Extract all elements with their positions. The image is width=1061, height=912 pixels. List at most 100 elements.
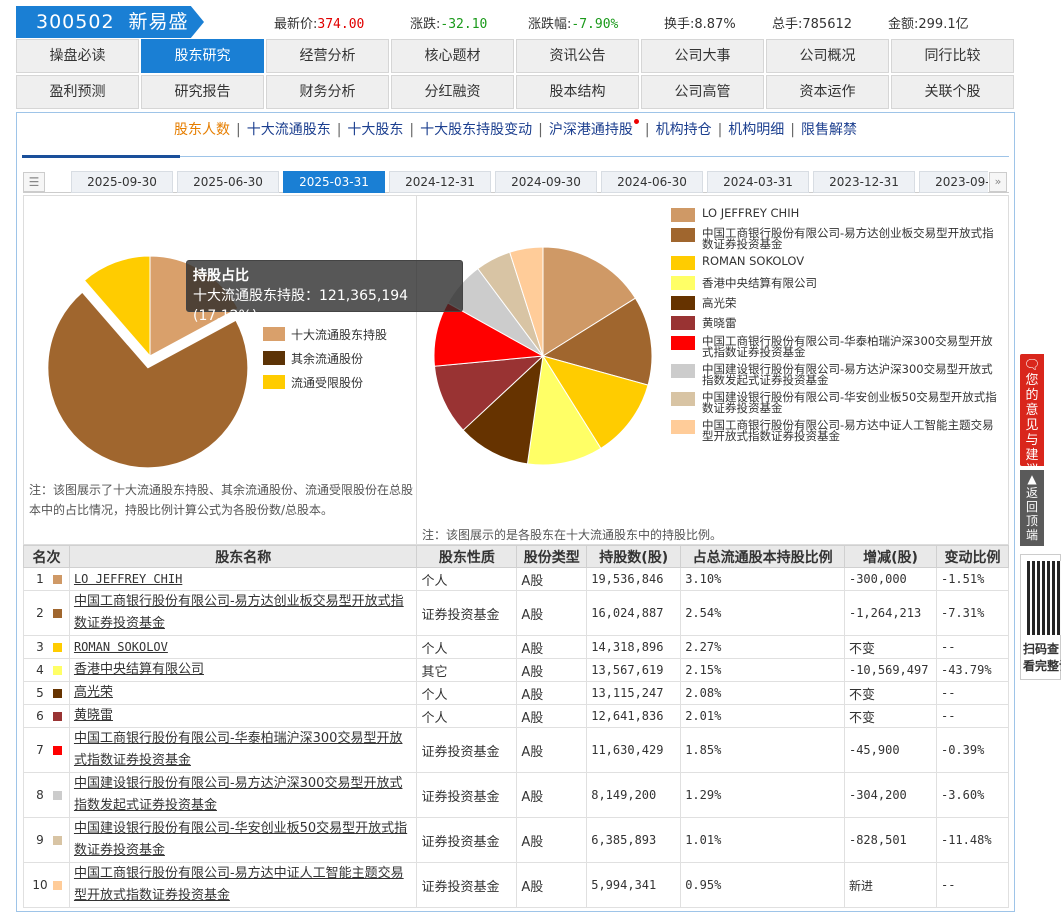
holders-table: 名次 股东名称 股东性质 股份类型 持股数(股) 占总流通股本持股比例 增减(股) 变动比例 … <box>23 545 1010 908</box>
share-type: A股 <box>516 635 588 659</box>
share-type: A股 <box>516 567 588 591</box>
holder-name-link[interactable]: 中国工商银行股份有限公司-易方达创业板交易型开放式指数证券投资基金 <box>68 590 418 636</box>
share-type: A股 <box>516 590 588 636</box>
quote-label: 最新价: <box>274 17 318 32</box>
shares-held: 5,994,341 <box>586 862 682 908</box>
legend-item: 流通受限股份 <box>263 370 387 394</box>
tooltip-body: 十大流通股东持股：121,365,194 (17.12%) <box>193 288 409 324</box>
change-pct: -1.51% <box>935 567 1010 591</box>
nav-item[interactable]: 股本结构 <box>516 75 639 109</box>
nav-item[interactable]: 同行比较 <box>891 39 1014 73</box>
sub-nav-item[interactable]: 机构明细 <box>728 122 784 138</box>
quote-item: 涨跌幅:-7.90% <box>528 13 618 32</box>
sub-nav-item[interactable]: 限售解禁 <box>801 122 857 138</box>
shares-held: 11,630,429 <box>586 727 682 773</box>
stock-name: 新易盛 <box>128 11 189 33</box>
holding-ratio: 2.54% <box>680 590 845 636</box>
holder-name-link[interactable]: 黄晓雷 <box>68 704 418 728</box>
legend-swatch <box>671 256 695 270</box>
table-row: 4 香港中央结算有限公司 其它 A股 13,567,619 2.15% -10,569,49… <box>23 658 1010 682</box>
date-tab[interactable]: 2023-09-30 <box>919 171 988 193</box>
change-pct: -7.31% <box>935 590 1010 636</box>
rank-number: 4 <box>36 662 44 677</box>
date-tab[interactable]: 2024-09-30 <box>495 171 597 193</box>
holder-name-link[interactable]: 高光荣 <box>68 681 418 705</box>
nav-item[interactable]: 公司概况 <box>766 39 889 73</box>
nav-item[interactable]: 经营分析 <box>266 39 389 73</box>
nav-item[interactable]: 股东研究 <box>141 39 264 73</box>
date-tab[interactable]: 2025-06-30 <box>177 171 279 193</box>
date-tab[interactable]: 2023-12-31 <box>813 171 915 193</box>
quote-label: 涨跌: <box>410 17 441 32</box>
holder-name-link[interactable]: LO JEFFREY CHIH <box>68 567 418 591</box>
separator: | <box>717 122 723 138</box>
share-type: A股 <box>516 772 588 818</box>
feedback-button[interactable]: 🗨 您的意见与建议 <box>1020 354 1044 478</box>
shares-held: 12,641,836 <box>586 704 682 728</box>
rank-cell: 8 <box>23 772 70 818</box>
color-marker <box>52 711 62 721</box>
change-shares: 新进 <box>843 862 937 908</box>
date-tab[interactable]: 2024-12-31 <box>389 171 491 193</box>
quote-item: 最新价:374.00 <box>274 13 364 32</box>
nav-item[interactable]: 操盘必读 <box>16 39 139 73</box>
sub-nav-item[interactable]: 股东人数 <box>174 122 230 138</box>
legend-item: 其余流通股份 <box>263 346 387 370</box>
rank-number: 2 <box>36 605 44 620</box>
rank-number: 7 <box>36 742 44 757</box>
date-tab[interactable]: 2024-06-30 <box>601 171 703 193</box>
next-arrow-icon[interactable]: » <box>989 172 1007 192</box>
table-row: 9 中国建设银行股份有限公司-华安创业板50交易型开放式指数证券投资基金 证券投资基… <box>23 817 1010 863</box>
legend-label: 流通受限股份 <box>291 375 364 390</box>
holder-name-link[interactable]: 中国工商银行股份有限公司-华泰柏瑞沪深300交易型开放式指数证券投资基金 <box>68 727 418 773</box>
quote-value: 785612 <box>802 17 853 32</box>
back-to-top-label: 返回顶端 <box>1025 486 1038 542</box>
holder-name-link[interactable]: 中国建设银行股份有限公司-易方达沪深300交易型开放式指数发起式证券投资基金 <box>68 772 418 818</box>
color-marker <box>52 608 62 618</box>
holder-name-link[interactable]: 中国工商银行股份有限公司-易方达中证人工智能主题交易型开放式指数证券投资基金 <box>68 862 418 908</box>
nav-item[interactable]: 关联个股 <box>891 75 1014 109</box>
nav-item[interactable]: 资本运作 <box>766 75 889 109</box>
nav-item[interactable]: 公司大事 <box>641 39 764 73</box>
sub-nav-item[interactable]: 沪深港通持股 <box>549 122 633 138</box>
date-tab[interactable]: 2025-03-31 <box>283 171 385 193</box>
sub-nav: 股东人数 | 十大流通股东 | 十大股东 | 十大股东持股变动 | 沪深港通持股 | 机构持仓 | 机构… <box>17 119 1014 139</box>
sub-nav-item[interactable]: 十大股东持股变动 <box>420 122 532 138</box>
holder-name-link[interactable]: ROMAN SOKOLOV <box>68 635 418 659</box>
holding-ratio: 1.85% <box>680 727 845 773</box>
change-shares: -10,569,497 <box>843 658 937 682</box>
rank-cell: 1 <box>23 567 70 591</box>
rank-cell: 6 <box>23 704 70 728</box>
holding-ratio: 2.27% <box>680 635 845 659</box>
date-tab[interactable]: 2024-03-31 <box>707 171 809 193</box>
column-header: 股份类型 <box>516 545 588 568</box>
qr-caption: 扫码查看完整诊 <box>1023 642 1061 673</box>
holding-ratio: 2.15% <box>680 658 845 682</box>
nav-item[interactable]: 公司高管 <box>641 75 764 109</box>
holder-name-link[interactable]: 香港中央结算有限公司 <box>68 658 418 682</box>
color-marker <box>52 642 62 652</box>
holding-ratio: 3.10% <box>680 567 845 591</box>
sub-nav-item[interactable]: 机构持仓 <box>656 122 712 138</box>
nav-item[interactable]: 盈利预测 <box>16 75 139 109</box>
nav-item[interactable]: 研究报告 <box>141 75 264 109</box>
holding-ratio: 2.01% <box>680 704 845 728</box>
legend-swatch <box>671 392 695 406</box>
right-chart-panel: LO JEFFREY CHIH 中国工商银行股份有限公司-易方达创业板交易型开放式… <box>417 195 1009 545</box>
holder-name-link[interactable]: 中国建设银行股份有限公司-华安创业板50交易型开放式指数证券投资基金 <box>68 817 418 863</box>
nav-item[interactable]: 核心题材 <box>391 39 514 73</box>
nav-item[interactable]: 分红融资 <box>391 75 514 109</box>
sub-nav-item[interactable]: 十大流通股东 <box>247 122 331 138</box>
list-icon[interactable]: ☰ <box>23 172 45 192</box>
legend-label: ROMAN SOKOLOV <box>702 254 805 268</box>
date-tab[interactable]: 2025-09-30 <box>71 171 173 193</box>
legend-label: 中国建设银行股份有限公司-易方达沪深300交易型开放式指数发起式证券投资基金 <box>702 362 993 387</box>
nav-item[interactable]: 财务分析 <box>266 75 389 109</box>
sub-nav-item[interactable]: 十大股东 <box>347 122 403 138</box>
share-type: A股 <box>516 862 588 908</box>
content-frame: 股东人数 | 十大流通股东 | 十大股东 | 十大股东持股变动 | 沪深港通持股 | 机构持仓 | 机构… <box>16 112 1015 912</box>
back-to-top-button[interactable]: ▲ 返回顶端 <box>1020 470 1044 546</box>
nav-item[interactable]: 资讯公告 <box>516 39 639 73</box>
qr-code-box: 扫码查看完整诊 <box>1020 554 1061 680</box>
legend-label: 高光荣 <box>702 296 737 310</box>
